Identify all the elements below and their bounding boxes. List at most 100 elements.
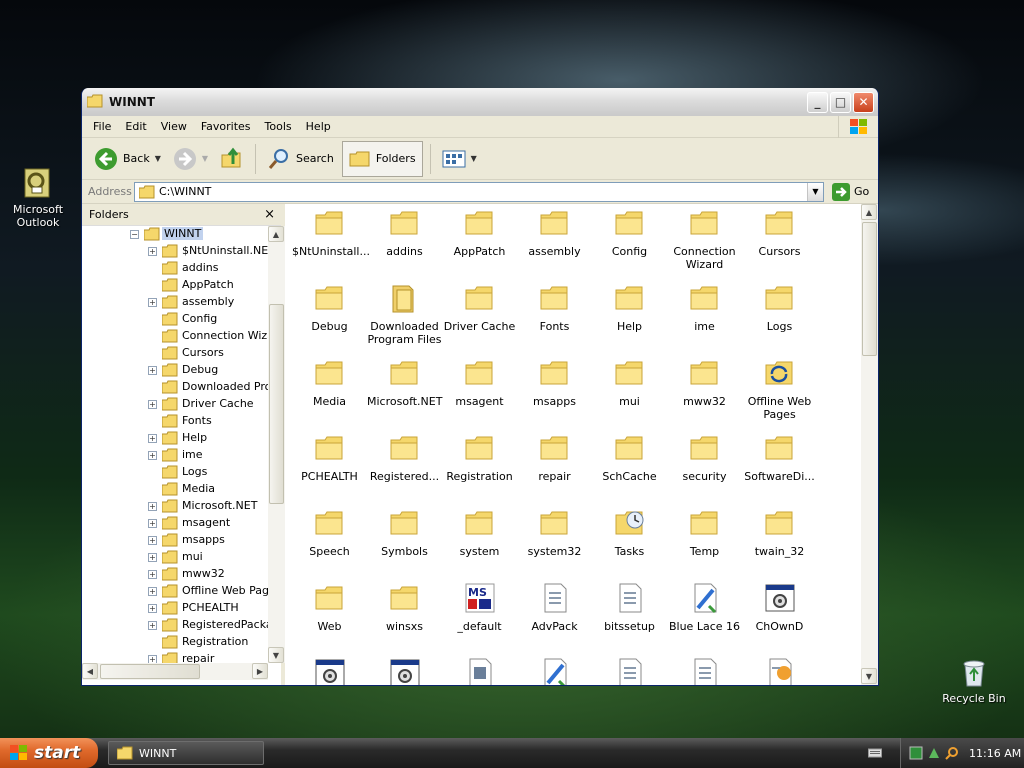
folder-tree[interactable]: − WINNT + $NtUninstall.NETF addins AppPatch + a… <box>82 226 268 663</box>
chevron-down-icon[interactable]: ▼ <box>807 182 823 201</box>
tree-item[interactable]: + Debug <box>82 362 268 379</box>
scroll-down-icon[interactable]: ▼ <box>268 647 284 663</box>
security-icon[interactable] <box>927 746 941 760</box>
expand-icon[interactable]: + <box>148 434 157 443</box>
file-item[interactable]: mui <box>592 357 667 408</box>
file-item[interactable]: Tasks <box>592 507 667 558</box>
file-item[interactable]: AppPatch <box>442 207 517 258</box>
file-item[interactable]: MS _default <box>442 582 517 633</box>
file-item[interactable]: Blue Lace 16 <box>667 582 742 633</box>
tree-horizontal-scrollbar[interactable]: ◀ ▶ <box>82 663 268 680</box>
chevron-down-icon[interactable]: ▼ <box>155 154 161 163</box>
minimize-button[interactable]: _ <box>807 91 828 113</box>
file-item[interactable]: Downloaded Program Files <box>367 282 442 346</box>
file-item[interactable]: Driver Cache <box>442 282 517 333</box>
tree-item[interactable]: + Offline Web Page <box>82 583 268 600</box>
menu-view[interactable]: View <box>154 118 194 135</box>
tree-item[interactable]: + repair <box>82 651 268 663</box>
tree-item[interactable]: + mww32 <box>82 566 268 583</box>
tree-item[interactable]: + msapps <box>82 532 268 549</box>
scroll-right-icon[interactable]: ▶ <box>252 663 268 679</box>
scroll-up-icon[interactable]: ▲ <box>268 226 284 242</box>
tree-vertical-scrollbar[interactable]: ▲ ▼ <box>268 226 285 663</box>
menu-tools[interactable]: Tools <box>258 118 299 135</box>
file-item[interactable]: system32 <box>517 507 592 558</box>
menu-favorites[interactable]: Favorites <box>194 118 258 135</box>
close-button[interactable]: ✕ <box>853 91 874 113</box>
forward-button[interactable]: ▼ <box>169 145 212 173</box>
back-button[interactable]: Back ▼ <box>90 145 165 173</box>
clock[interactable]: 11:16 AM <box>969 747 1021 760</box>
file-item[interactable]: bitssetup <box>592 582 667 633</box>
expand-icon[interactable]: + <box>148 604 157 613</box>
file-item[interactable]: Connection Wizard <box>667 207 742 271</box>
tree-item[interactable]: Media <box>82 481 268 498</box>
desktop-icon-outlook[interactable]: Microsoft Outlook <box>0 167 78 229</box>
tree-item[interactable]: + msagent <box>82 515 268 532</box>
file-item[interactable] <box>442 657 517 685</box>
expand-icon[interactable]: + <box>148 655 157 663</box>
expand-icon[interactable]: + <box>148 247 157 256</box>
tree-item[interactable]: + mui <box>82 549 268 566</box>
scroll-down-icon[interactable]: ▼ <box>861 668 877 684</box>
expand-icon[interactable]: + <box>148 570 157 579</box>
taskbar-item-winnt[interactable]: WINNT <box>108 741 264 765</box>
tree-item[interactable]: Fonts <box>82 413 268 430</box>
tree-item[interactable]: Connection Wizar <box>82 328 268 345</box>
expand-icon[interactable]: + <box>148 553 157 562</box>
file-item[interactable]: mww32 <box>667 357 742 408</box>
file-item[interactable]: AdvPack <box>517 582 592 633</box>
file-item[interactable]: ChOwnD <box>742 582 817 633</box>
start-button[interactable]: start <box>0 738 98 768</box>
file-item[interactable]: Temp <box>667 507 742 558</box>
tree-item[interactable]: Logs <box>82 464 268 481</box>
expand-icon[interactable]: + <box>148 400 157 409</box>
file-item[interactable]: SoftwareDi... <box>742 432 817 483</box>
file-item[interactable] <box>667 657 742 685</box>
tree-item[interactable]: Cursors <box>82 345 268 362</box>
views-button[interactable]: ▼ <box>438 147 481 171</box>
folders-button[interactable]: Folders <box>341 140 423 177</box>
tree-item[interactable]: + Driver Cache <box>82 396 268 413</box>
tree-item[interactable]: addins <box>82 260 268 277</box>
file-item[interactable]: Help <box>592 282 667 333</box>
file-item[interactable]: Config <box>592 207 667 258</box>
file-item[interactable]: Symbols <box>367 507 442 558</box>
tree-item[interactable]: + $NtUninstall.NETF <box>82 243 268 260</box>
search-button[interactable]: Search <box>263 145 338 173</box>
file-item[interactable]: msapps <box>517 357 592 408</box>
file-item[interactable]: Logs <box>742 282 817 333</box>
file-item[interactable]: system <box>442 507 517 558</box>
keyboard-icon[interactable] <box>868 747 882 762</box>
file-item[interactable] <box>367 657 442 685</box>
file-item[interactable]: $NtUninstall... <box>292 207 370 258</box>
tree-item[interactable]: + ime <box>82 447 268 464</box>
file-item[interactable]: Debug <box>292 282 367 333</box>
tree-item[interactable]: + Help <box>82 430 268 447</box>
scroll-up-icon[interactable]: ▲ <box>861 204 877 220</box>
file-item[interactable] <box>292 657 367 685</box>
file-item[interactable]: Speech <box>292 507 367 558</box>
file-item[interactable]: winsxs <box>367 582 442 633</box>
files-view[interactable]: $NtUninstall... addins AppPatch assembly Con… <box>289 204 861 685</box>
file-item[interactable] <box>517 657 592 685</box>
tree-item[interactable]: AppPatch <box>82 277 268 294</box>
scrollbar-thumb[interactable] <box>100 664 200 679</box>
collapse-icon[interactable]: − <box>130 230 139 239</box>
expand-icon[interactable]: + <box>148 536 157 545</box>
file-item[interactable]: msagent <box>442 357 517 408</box>
menu-edit[interactable]: Edit <box>118 118 153 135</box>
tree-item[interactable]: Downloaded Prog <box>82 379 268 396</box>
expand-icon[interactable]: + <box>148 519 157 528</box>
file-item[interactable]: Microsoft.NET <box>367 357 442 408</box>
expand-icon[interactable]: + <box>148 298 157 307</box>
file-item[interactable]: SchCache <box>592 432 667 483</box>
tree-item[interactable]: + PCHEALTH <box>82 600 268 617</box>
tree-item[interactable]: + assembly <box>82 294 268 311</box>
network-icon[interactable] <box>909 746 923 760</box>
file-item[interactable]: Media <box>292 357 367 408</box>
expand-icon[interactable]: + <box>148 502 157 511</box>
file-item[interactable]: twain_32 <box>742 507 817 558</box>
file-item[interactable]: PCHEALTH <box>292 432 367 483</box>
file-item[interactable]: assembly <box>517 207 592 258</box>
